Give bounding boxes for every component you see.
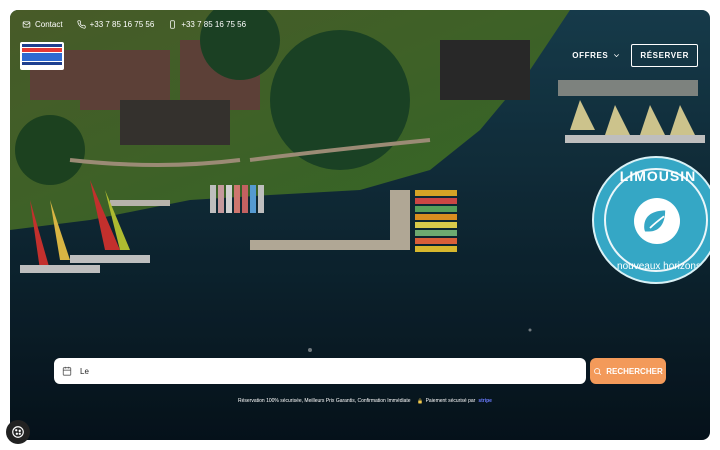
mobile-icon [170,20,176,29]
logo-bar-blue [22,53,62,61]
leaf-icon [644,210,666,232]
badge-title: LIMOUSIN [619,168,697,184]
leaf-icon-wrap [634,198,680,244]
logo-bar-red [22,48,62,52]
search-icon [594,367,602,375]
phone-label: +33 7 85 16 75 56 [89,20,155,29]
lock-icon [417,398,422,404]
guarantee-text: Réservation 100% sécurisée, Meilleurs Pr… [238,398,411,404]
search-button-label: RECHERCHER [606,366,663,376]
cookie-icon [12,426,24,438]
limousin-badge: LIMOUSIN nouveaux horizons [592,156,710,284]
logo-haute-vienne[interactable] [20,42,64,70]
contact-link[interactable]: Contact [22,20,63,29]
contact-label: Contact [35,20,63,29]
mobile-link[interactable]: +33 7 85 16 75 56 [168,20,246,29]
calendar-icon [62,366,72,376]
reserve-button[interactable]: RÉSERVER [631,44,698,67]
phone-icon [76,20,86,29]
main-nav: OFFRES RÉSERVER [572,44,698,67]
payment-text: Paiement sécurisé par [425,398,476,404]
logo-bar-bottom [22,62,62,65]
stripe-logo: stripe [478,398,492,404]
badge-subtitle: nouveaux horizons [617,261,701,272]
offres-menu[interactable]: OFFRES [572,51,621,60]
mobile-label: +33 7 85 16 75 56 [181,20,247,29]
payment-note: Paiement sécurisé par stripe [417,398,492,404]
search-button[interactable]: RECHERCHER [590,358,666,384]
chevron-down-icon [614,54,620,58]
phone-link[interactable]: +33 7 85 16 75 56 [76,20,155,29]
hero-frame: Contact +33 7 85 16 75 56 +33 7 85 16 75… [10,10,710,440]
footer-note: Réservation 100% sécurisée, Meilleurs Pr… [238,398,492,404]
search-input[interactable] [78,365,562,377]
cookie-settings-button[interactable] [6,420,30,444]
offres-label: OFFRES [572,51,609,60]
logo-bar-top [22,44,62,47]
topbar: Contact +33 7 85 16 75 56 +33 7 85 16 75… [22,20,246,29]
search-bar [54,358,586,384]
mail-icon [22,21,31,28]
